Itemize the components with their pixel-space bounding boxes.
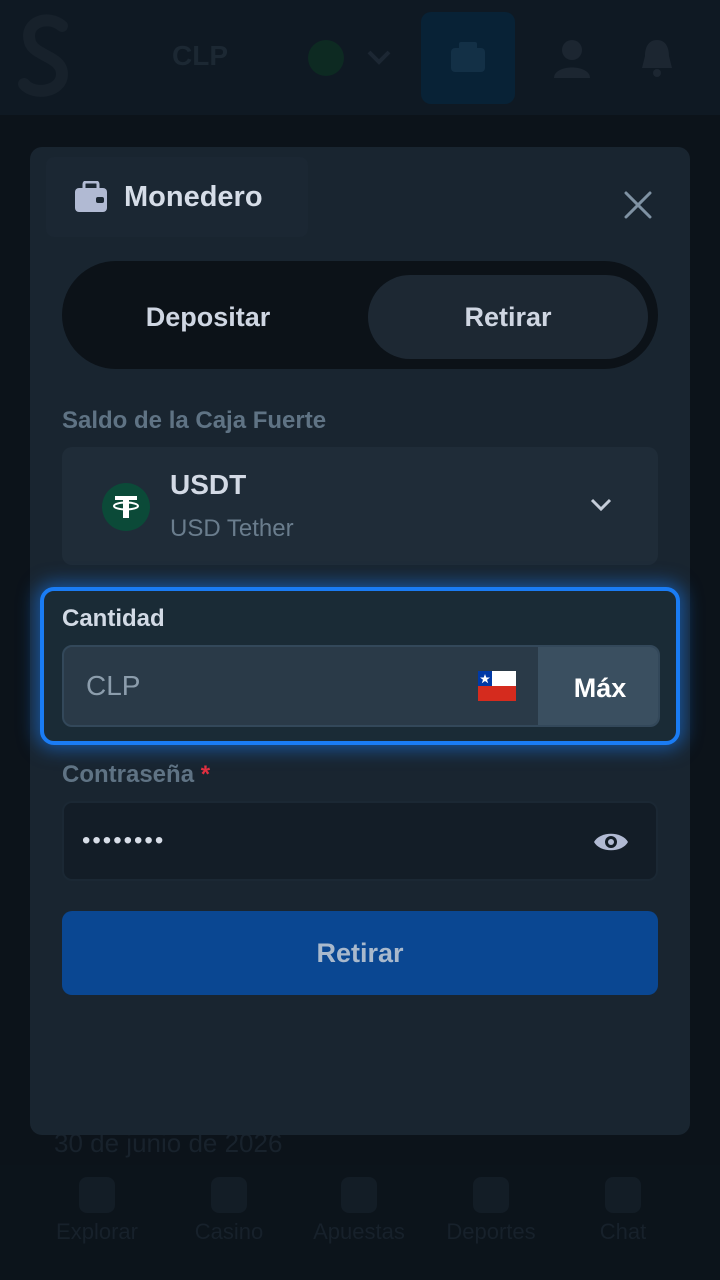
amount-label: Cantidad: [62, 605, 165, 632]
required-mark: *: [200, 761, 211, 788]
wallet-modal: Monedero Depositar Retirar Saldo de la C…: [30, 147, 690, 1135]
bell-icon[interactable]: [636, 36, 678, 78]
modal-header: Monedero: [46, 157, 308, 237]
logo-icon: [18, 14, 69, 97]
chevron-down-icon[interactable]: [364, 44, 394, 70]
tether-icon: [102, 483, 150, 531]
top-bar: CLP: [0, 0, 720, 115]
tab-withdraw[interactable]: Retirar: [368, 275, 648, 359]
nav-item-apuestas[interactable]: Apuestas: [294, 1165, 424, 1245]
password-label: Contraseña *: [62, 761, 210, 789]
close-icon[interactable]: [620, 187, 656, 223]
sports-icon: [473, 1177, 509, 1213]
nav-label: Apuestas: [313, 1219, 405, 1244]
wallet-button[interactable]: [421, 12, 515, 104]
amount-field-group: Cantidad CLP Máx: [40, 587, 680, 745]
nav-item-explorar[interactable]: Explorar: [32, 1165, 162, 1245]
currency-label[interactable]: CLP: [172, 40, 228, 72]
nav-label: Casino: [194, 1219, 264, 1244]
bottom-nav: Explorar Casino Apuestas Deportes Chat: [0, 1165, 720, 1280]
withdraw-button[interactable]: Retirar: [62, 911, 658, 995]
nav-label: Chat: [599, 1219, 647, 1244]
nav-item-casino[interactable]: Casino: [164, 1165, 294, 1245]
nav-item-chat[interactable]: Chat: [558, 1165, 688, 1245]
password-label-text: Contraseña: [62, 761, 195, 788]
chile-flag-icon: [478, 671, 516, 701]
wallet-icon: [451, 42, 485, 72]
tab-deposit[interactable]: Depositar: [68, 275, 348, 359]
amount-input[interactable]: CLP Máx: [62, 645, 660, 727]
password-input[interactable]: ••••••••: [62, 801, 658, 881]
casino-icon: [211, 1177, 247, 1213]
coin-code: USDT: [170, 469, 247, 500]
chat-icon: [605, 1177, 641, 1213]
nav-item-deportes[interactable]: Deportes: [426, 1165, 556, 1245]
modal-title: Monedero: [124, 181, 263, 213]
coin-name: USD Tether: [170, 515, 294, 542]
deposit-withdraw-tabs: Depositar Retirar: [62, 261, 658, 369]
nav-label: Deportes: [446, 1219, 536, 1244]
amount-placeholder: CLP: [86, 670, 141, 701]
wallet-icon: [75, 181, 107, 212]
eye-icon[interactable]: [592, 827, 630, 857]
currency-select[interactable]: USDT USD Tether: [62, 447, 658, 565]
user-icon[interactable]: [552, 38, 592, 78]
nav-label: Explorar: [56, 1219, 138, 1244]
bets-icon: [341, 1177, 377, 1213]
search-icon: [79, 1177, 115, 1213]
chevron-down-icon: [590, 498, 612, 512]
balance-label: Saldo de la Caja Fuerte: [62, 407, 327, 434]
coin-icon[interactable]: [308, 40, 344, 76]
max-button[interactable]: Máx: [538, 647, 658, 725]
password-value: ••••••••: [82, 827, 166, 854]
